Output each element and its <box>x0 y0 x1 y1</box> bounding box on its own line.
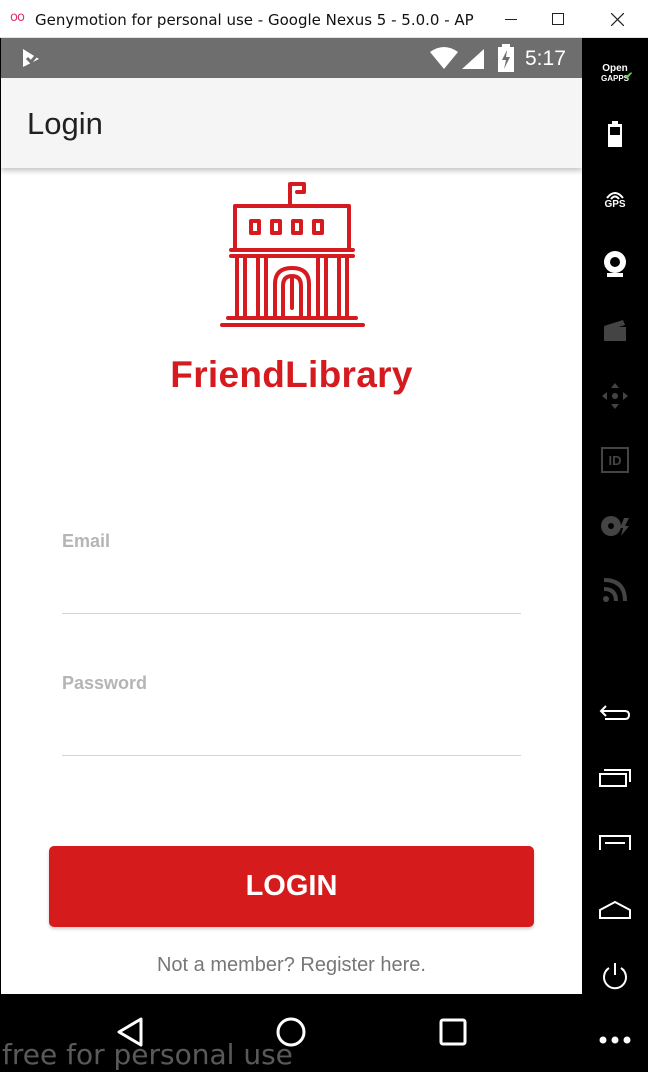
device-id-button[interactable]: ID <box>582 438 648 482</box>
email-input[interactable] <box>62 575 521 605</box>
notification-check-icon <box>23 49 42 67</box>
status-time: 5:17 <box>525 47 566 70</box>
personal-use-watermark: free for personal use <box>2 1038 293 1071</box>
brand-name: FriendLibrary <box>170 354 413 395</box>
page-title: Login <box>27 106 103 141</box>
home-icon <box>599 900 631 919</box>
open-gapps-button[interactable]: Open GAPPS ✔ <box>582 52 648 96</box>
sidebar-back-button[interactable] <box>582 690 648 734</box>
password-underline <box>62 755 521 756</box>
gps-button[interactable]: GPS <box>582 178 648 222</box>
recents-button[interactable] <box>433 1012 473 1052</box>
genymotion-window: oo Genymotion for personal use - Google … <box>0 0 648 1072</box>
sidebar-home-button[interactable] <box>582 888 648 932</box>
id-label: ID <box>608 452 622 468</box>
dpad-button[interactable] <box>582 374 648 418</box>
wifi-icon <box>430 47 458 69</box>
minimize-icon <box>505 19 517 20</box>
library-building-icon <box>220 182 365 327</box>
phone-screen: 5:17 Login FriendLibrary Email Password … <box>1 38 582 994</box>
rss-icon <box>603 578 627 602</box>
open-gapps-label-2: GAPPS ✔ <box>600 71 633 84</box>
maximize-button[interactable] <box>535 0 581 38</box>
password-field[interactable]: Password <box>62 673 521 758</box>
genymotion-toolbar: Open GAPPS ✔ GPS ID <box>582 38 648 1072</box>
signal-icon <box>462 49 484 69</box>
power-icon <box>603 963 627 990</box>
password-input[interactable] <box>62 717 521 747</box>
sidebar-menu-button[interactable] <box>582 822 648 866</box>
webcam-button[interactable] <box>582 242 648 286</box>
recents-square-icon <box>439 1018 467 1046</box>
close-icon <box>610 12 624 26</box>
back-arrow-icon <box>599 705 631 720</box>
network-button[interactable] <box>582 568 648 612</box>
password-label: Password <box>62 673 148 693</box>
dpad-icon <box>602 383 628 409</box>
email-label: Email <box>62 531 111 551</box>
disc-icon <box>601 516 629 536</box>
menu-icon <box>599 835 631 850</box>
login-button[interactable]: LOGIN <box>49 846 534 927</box>
battery-icon <box>608 121 622 147</box>
webcam-icon <box>604 251 626 277</box>
gps-label: GPS <box>604 199 626 210</box>
app-bar: Login <box>1 78 582 168</box>
clapperboard-icon <box>604 320 626 341</box>
window-title: Genymotion for personal use - Google Nex… <box>35 11 475 29</box>
id-icon: ID <box>601 447 629 473</box>
power-button[interactable] <box>582 954 648 998</box>
email-field[interactable]: Email <box>62 531 521 616</box>
minimize-button[interactable] <box>488 0 534 38</box>
sidebar-recents-button[interactable] <box>582 756 648 800</box>
close-button[interactable] <box>594 0 640 38</box>
more-dots-icon <box>599 1036 631 1044</box>
status-bar: 5:17 <box>1 38 582 78</box>
battery-button[interactable] <box>582 112 648 156</box>
battery-charging-icon <box>498 44 514 72</box>
media-button[interactable] <box>582 504 648 548</box>
check-icon: ✔ <box>624 71 633 82</box>
register-link[interactable]: Not a member? Register here. <box>1 954 582 977</box>
recents-icon <box>599 769 631 787</box>
more-button[interactable] <box>582 1018 648 1062</box>
email-underline <box>62 613 521 614</box>
capture-button[interactable] <box>582 308 648 352</box>
window-title-bar: oo Genymotion for personal use - Google … <box>0 0 648 38</box>
genymotion-logo: oo <box>10 10 25 25</box>
maximize-icon <box>552 13 564 25</box>
